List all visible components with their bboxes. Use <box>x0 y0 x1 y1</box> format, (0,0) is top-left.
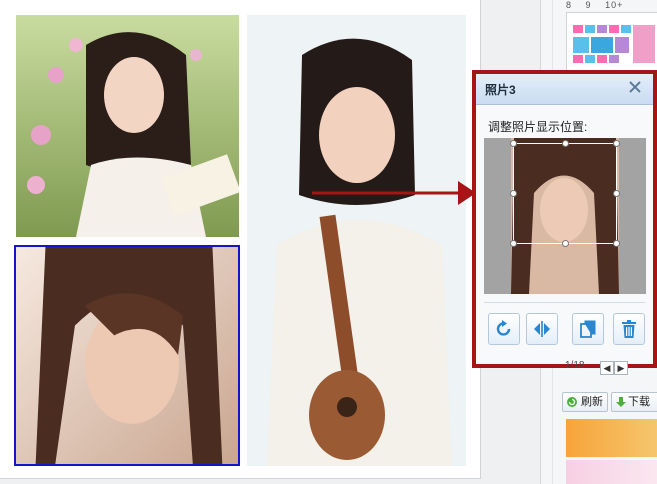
ruler-label-10plus: 10+ <box>605 0 624 10</box>
download-arrow-icon <box>616 397 626 407</box>
download-label: 下载 <box>628 396 650 408</box>
crop-handle-br[interactable] <box>613 240 620 247</box>
crop-handle-tl[interactable] <box>510 140 517 147</box>
refresh-label: 刷新 <box>581 396 603 408</box>
trash-icon <box>622 320 636 338</box>
crop-frame[interactable] <box>510 140 620 247</box>
promo-banner[interactable] <box>566 419 657 457</box>
ruler-label-9: 9 <box>585 0 592 10</box>
collage-canvas <box>0 0 481 479</box>
next-page-button[interactable]: ▶ <box>614 361 628 375</box>
ruler-label-8: 8 <box>566 0 573 10</box>
flip-icon <box>534 321 550 337</box>
crop-handle-tr[interactable] <box>613 140 620 147</box>
crop-handle-ml[interactable] <box>510 190 517 197</box>
rotate-icon <box>496 320 511 336</box>
rotate-button[interactable] <box>488 313 520 345</box>
crop-preview[interactable] <box>484 138 646 294</box>
photo-adjust-panel: 照片3 调整照片显示位置: <box>472 70 657 368</box>
panel-title: 照片3 <box>485 83 516 97</box>
panel-header: 照片3 <box>476 74 653 105</box>
refresh-icon <box>567 397 577 407</box>
copy-button[interactable] <box>572 313 604 345</box>
panel-instruction: 调整照片显示位置: <box>488 120 588 134</box>
refresh-button[interactable]: 刷新 <box>562 392 608 412</box>
download-button[interactable]: 下载 <box>611 392 657 412</box>
photo-1[interactable] <box>16 15 239 237</box>
flip-button[interactable] <box>526 313 558 345</box>
close-icon[interactable] <box>627 79 643 95</box>
crop-handle-tm[interactable] <box>562 140 569 147</box>
copy-icon <box>580 320 596 338</box>
crop-handle-bm[interactable] <box>562 240 569 247</box>
photo-2[interactable] <box>247 15 466 466</box>
crop-handle-bl[interactable] <box>510 240 517 247</box>
prev-page-button[interactable]: ◀ <box>600 361 614 375</box>
crop-handle-mr[interactable] <box>613 190 620 197</box>
promo-banner-2[interactable] <box>566 460 657 484</box>
red-arrow <box>312 181 476 205</box>
page-indicator: 1/18 <box>565 360 585 371</box>
template-ruler: 8 9 10+ <box>566 0 633 10</box>
photo-3-selected[interactable] <box>14 245 240 466</box>
delete-button[interactable] <box>613 313 645 345</box>
panel-separator <box>484 302 645 303</box>
template-thumbnail[interactable] <box>566 12 657 76</box>
